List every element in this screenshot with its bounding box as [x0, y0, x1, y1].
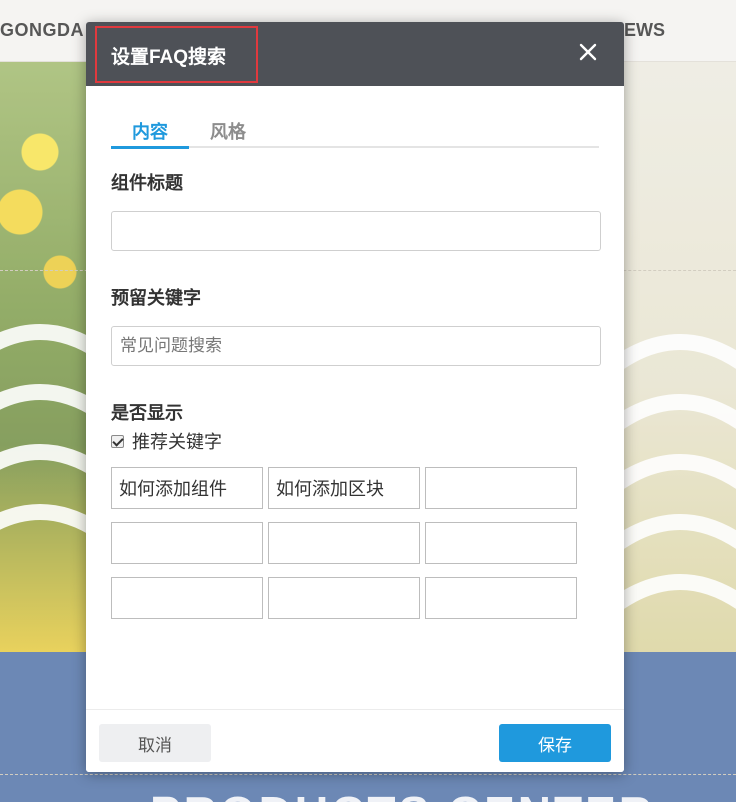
keyword-input-2-2[interactable]: [268, 522, 420, 564]
cancel-button[interactable]: 取消: [99, 724, 211, 762]
dialog-footer: 取消 保存: [86, 709, 624, 772]
keyword-input-3-1[interactable]: [111, 577, 263, 619]
dialog-tabs: 内容 风格: [111, 118, 599, 149]
recommend-keywords-option: 推荐关键字: [111, 428, 222, 454]
component-title-label: 组件标题: [111, 173, 183, 193]
keyword-input-2-1[interactable]: [111, 522, 263, 564]
faq-search-settings-dialog: 设置FAQ搜索 内容 风格 组件标题 预留关键字 是否显示 推荐关键字 取消 保…: [86, 22, 624, 772]
keyword-input-3-3[interactable]: [425, 577, 577, 619]
keyword-input-1-3[interactable]: [425, 467, 577, 509]
keyword-input-2-3[interactable]: [425, 522, 577, 564]
keyword-input-1-2[interactable]: [268, 467, 420, 509]
component-title-input[interactable]: [111, 211, 601, 251]
keyword-input-1-1[interactable]: [111, 467, 263, 509]
reserved-keyword-input[interactable]: [111, 326, 601, 366]
recommend-keywords-checkbox[interactable]: [111, 434, 124, 448]
keyword-input-3-2[interactable]: [268, 577, 420, 619]
reserved-keyword-label: 预留关键字: [111, 288, 201, 308]
save-button[interactable]: 保存: [499, 724, 611, 762]
dialog-header: 设置FAQ搜索: [86, 22, 624, 86]
dialog-title: 设置FAQ搜索: [111, 47, 227, 68]
recommend-keywords-label[interactable]: 推荐关键字: [132, 428, 222, 454]
close-icon[interactable]: [576, 40, 600, 64]
tab-content[interactable]: 内容: [111, 118, 189, 149]
display-option-label: 是否显示: [111, 403, 183, 423]
tab-style[interactable]: 风格: [189, 118, 267, 148]
